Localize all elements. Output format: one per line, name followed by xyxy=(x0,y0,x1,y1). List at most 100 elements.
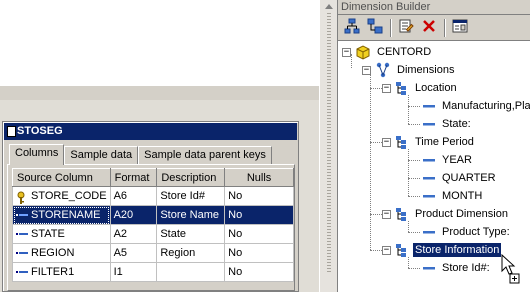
tree-node-label: QUARTER xyxy=(442,172,496,184)
tree-node-label: Location xyxy=(415,82,457,94)
delete-button[interactable] xyxy=(418,17,440,39)
format-cell: A5 xyxy=(109,243,158,263)
dialog-button[interactable] xyxy=(449,17,471,39)
description-cell: State xyxy=(156,224,226,244)
dimension-builder-toolbar xyxy=(338,15,530,41)
tree-node-label: CENTORD xyxy=(377,46,432,58)
description-cell: Store Id# xyxy=(156,186,226,206)
drag-cursor-icon xyxy=(501,253,523,287)
tab-strip: Columns Sample data Sample data parent k… xyxy=(9,144,272,165)
source-column-cell[interactable]: STORENAME xyxy=(12,205,111,225)
tree-node-level[interactable]: Manufacturing,Plar xyxy=(422,98,530,114)
collapse-icon[interactable]: − xyxy=(382,83,391,93)
collapse-icon[interactable]: − xyxy=(362,65,371,75)
collapse-icon[interactable]: − xyxy=(382,137,391,147)
source-column-cell[interactable]: STATE xyxy=(12,224,111,244)
collapse-arrow-icon[interactable] xyxy=(325,4,333,9)
hierarchy-icon xyxy=(395,243,409,257)
tree-node-level[interactable]: Product Type: xyxy=(422,224,512,240)
dimensions-icon xyxy=(375,62,391,78)
header-format[interactable]: Format xyxy=(109,168,158,187)
tree-node-label: YEAR xyxy=(442,154,472,166)
tree-node-label: Manufacturing,Plar xyxy=(442,100,530,112)
dimension-builder-panel: Dimension Builder − CENTORD − Dimensions… xyxy=(337,0,530,292)
format-cell: A6 xyxy=(109,186,158,206)
level-icon xyxy=(422,228,436,236)
header-description[interactable]: Description xyxy=(156,168,226,187)
format-cell: A20 xyxy=(109,205,158,225)
source-column-name: STORENAME xyxy=(31,209,101,221)
collapse-icon[interactable]: − xyxy=(382,209,391,219)
cube-icon xyxy=(355,44,371,60)
tree-node-product-dimension[interactable]: − Product Dimension xyxy=(382,206,510,222)
source-column-name: FILTER1 xyxy=(31,266,75,278)
tree-node-level[interactable]: YEAR xyxy=(422,152,474,168)
nulls-cell: No xyxy=(224,243,294,263)
tree-node-label: MONTH xyxy=(442,190,483,202)
add-hierarchy-button[interactable] xyxy=(341,17,363,39)
delete-icon xyxy=(421,18,437,37)
toolbar-separator xyxy=(444,18,446,37)
header-source-column[interactable]: Source Column xyxy=(12,168,111,187)
tree-node-root[interactable]: − CENTORD xyxy=(342,44,433,60)
table-row[interactable]: REGION A5 Region No xyxy=(12,243,294,263)
tree-node-location[interactable]: − Location xyxy=(382,80,459,96)
document-icon xyxy=(7,126,16,137)
properties-button[interactable] xyxy=(395,17,417,39)
nulls-cell: No xyxy=(224,224,294,244)
tree-node-label: Dimensions xyxy=(397,64,455,76)
tab-sample-data-parent-keys[interactable]: Sample data parent keys xyxy=(138,146,272,165)
format-cell: A2 xyxy=(109,224,158,244)
segment-window-titlebar[interactable]: STOSEG xyxy=(4,123,297,140)
table-row[interactable]: STORE_CODE A6 Store Id# No xyxy=(12,186,294,206)
level-icon xyxy=(422,192,436,200)
tree-node-dimensions[interactable]: − Dimensions xyxy=(362,62,456,78)
tree-node-label: Time Period xyxy=(415,136,474,148)
tab-columns[interactable]: Columns xyxy=(9,144,65,165)
tree-node-label: Store Id#: xyxy=(442,262,490,274)
collapse-icon[interactable]: − xyxy=(342,47,351,57)
add-level-icon xyxy=(367,18,383,37)
column-icon xyxy=(16,267,28,277)
source-column-cell[interactable]: FILTER1 xyxy=(12,262,111,282)
tree-node-time-period[interactable]: − Time Period xyxy=(382,134,476,150)
description-cell: Region xyxy=(156,243,226,263)
tab-sample-data[interactable]: Sample data xyxy=(64,146,139,165)
nulls-cell: No xyxy=(224,186,294,206)
nulls-cell: No xyxy=(224,205,294,225)
format-cell: I1 xyxy=(109,262,158,282)
level-icon xyxy=(422,264,436,272)
hierarchy-icon xyxy=(395,81,409,95)
panel-splitter[interactable] xyxy=(319,0,337,292)
tree-node-level[interactable]: State: xyxy=(422,116,473,132)
hierarchy-icon xyxy=(395,135,409,149)
splitter-grip[interactable] xyxy=(327,13,331,273)
dialog-icon xyxy=(452,18,468,37)
tree-node-label: Product Dimension xyxy=(415,208,508,220)
key-icon xyxy=(16,191,28,205)
column-icon xyxy=(16,229,28,239)
segment-window-title: STOSEG xyxy=(17,125,63,137)
table-row[interactable]: FILTER1 I1 No xyxy=(12,262,294,282)
tree-node-level[interactable]: MONTH xyxy=(422,188,484,204)
source-column-cell[interactable]: REGION xyxy=(12,243,111,263)
collapse-icon[interactable]: − xyxy=(382,245,391,255)
tree-node-label: State: xyxy=(442,118,471,130)
add-hierarchy-icon xyxy=(344,18,360,37)
columns-tab-panel: Source Column Format Description Nulls S… xyxy=(7,164,295,291)
add-level-button[interactable] xyxy=(364,17,386,39)
tree-node-level[interactable]: QUARTER xyxy=(422,170,498,186)
columns-table: Source Column Format Description Nulls S… xyxy=(12,168,294,282)
table-row[interactable]: STORENAME A20 Store Name No xyxy=(12,205,294,225)
dimension-builder-title: Dimension Builder xyxy=(338,0,530,15)
level-icon xyxy=(422,120,436,128)
table-row[interactable]: STATE A2 State No xyxy=(12,224,294,244)
source-column-cell[interactable]: STORE_CODE xyxy=(12,186,111,206)
header-nulls[interactable]: Nulls xyxy=(224,168,294,187)
level-icon xyxy=(422,102,436,110)
description-cell xyxy=(156,262,226,282)
segment-window: STOSEG Columns Sample data Sample data p… xyxy=(2,121,299,292)
tree-node-level[interactable]: Store Id#: xyxy=(422,260,492,276)
tree-node-store-information[interactable]: − Store Information xyxy=(382,242,502,258)
tree-node-label: Product Type: xyxy=(442,226,510,238)
